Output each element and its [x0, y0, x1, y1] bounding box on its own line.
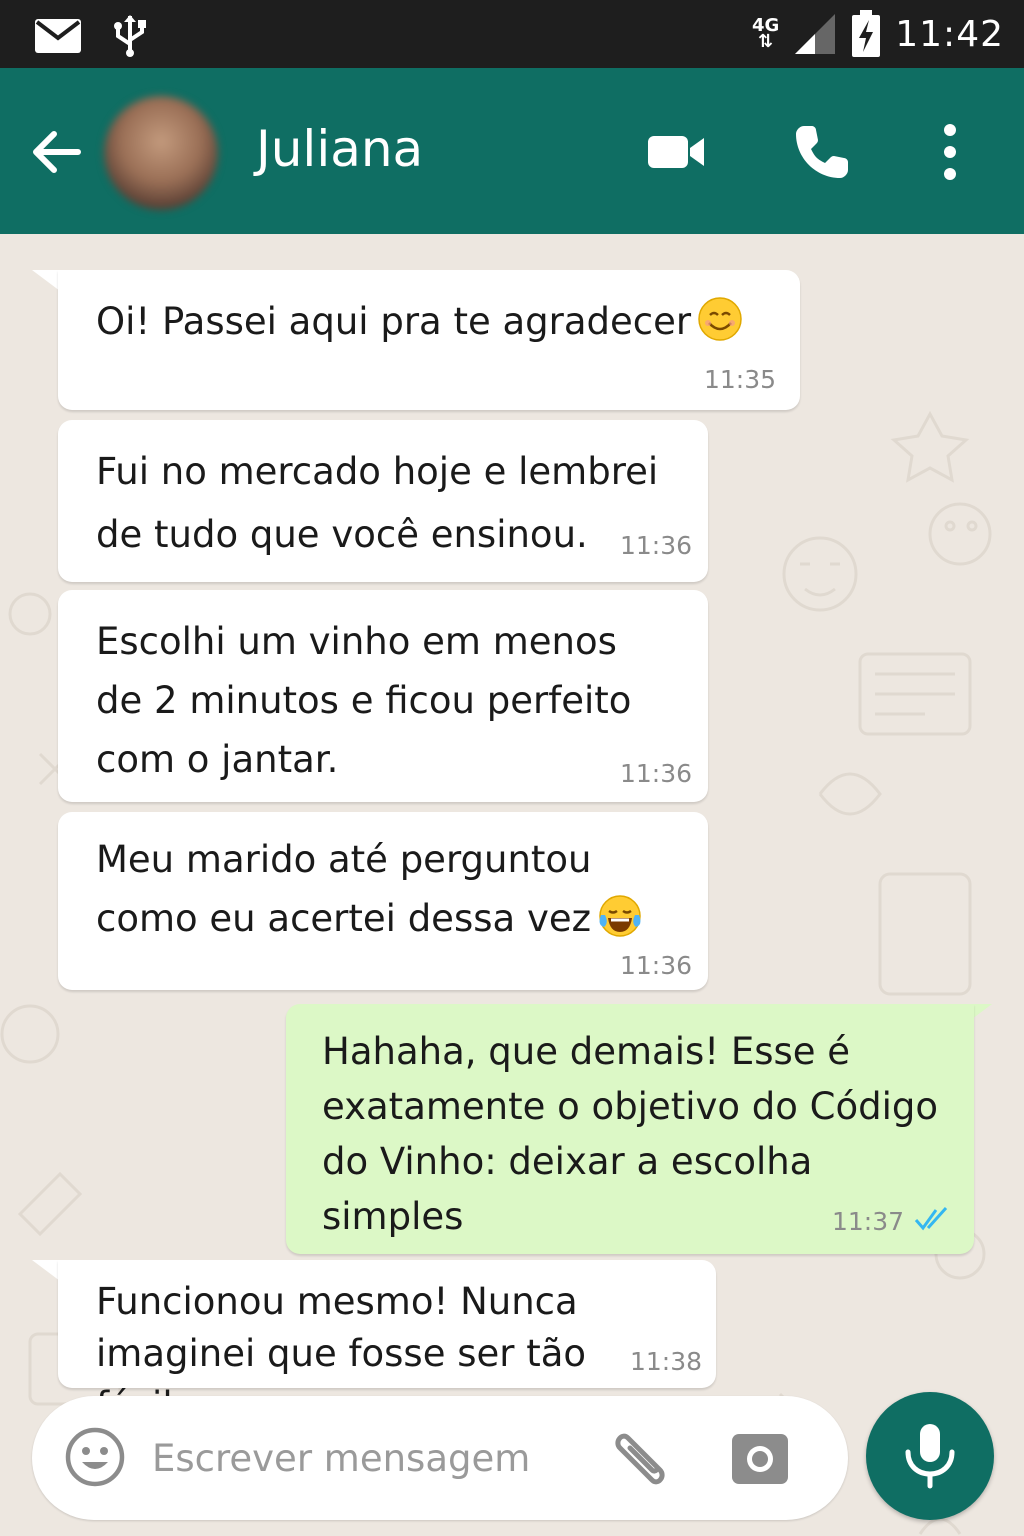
back-arrow-icon[interactable] [30, 126, 82, 178]
message-time: 11:37 [831, 1207, 904, 1236]
message-line: Funcionou mesmo! Nunca [96, 1280, 578, 1323]
more-options-icon[interactable] [918, 120, 982, 184]
mic-icon [905, 1424, 955, 1489]
data-arrows-icon: ⇅ [758, 31, 774, 52]
mail-icon [35, 19, 81, 53]
message-bubble-incoming[interactable]: Funcionou mesmo! Nunca imaginei que foss… [58, 1260, 716, 1427]
network-indicator: 4G ⇅ [752, 17, 779, 52]
message-text: Escolhi um vinho em menos de 2 minutos e… [96, 612, 678, 789]
message-input[interactable] [152, 1430, 572, 1486]
video-call-icon[interactable] [644, 120, 708, 184]
clock: 11:42 [895, 13, 1004, 55]
camera-icon[interactable] [728, 1426, 792, 1490]
status-bar: 4G ⇅ 11:42 [0, 0, 1024, 68]
read-receipt-icon [914, 1206, 948, 1231]
message-time: 11:36 [619, 531, 692, 560]
message-line: de tudo que você ensinou. [96, 513, 588, 556]
usb-icon [114, 15, 146, 57]
message-time: 11:36 [619, 759, 692, 788]
message-line: Hahaha, que demais! Esse é [322, 1030, 851, 1073]
chat-header: Juliana [0, 68, 1024, 234]
message-line: Fui no mercado hoje e lembrei [96, 450, 659, 493]
message-line: com o jantar. [96, 738, 339, 781]
avatar[interactable] [104, 96, 218, 210]
message-bubble-incoming[interactable]: Escolhi um vinho em menos de 2 minutos e… [58, 590, 708, 802]
message-line: Meu marido até perguntou [96, 838, 592, 881]
message-line: Escolhi um vinho em menos [96, 620, 617, 663]
message-line: Oi! Passei aqui pra te agradecer [96, 300, 692, 343]
message-bubble-incoming[interactable]: Meu marido até perguntou como eu acertei… [58, 812, 708, 990]
message-bubble-incoming[interactable]: Fui no mercado hoje e lembrei de tudo qu… [58, 420, 708, 582]
message-line: como eu acertei dessa vez [96, 897, 592, 940]
tears-of-joy-emoji-icon [599, 895, 641, 937]
message-text: Fui no mercado hoje e lembrei de tudo qu… [96, 440, 678, 566]
smiling-face-emoji-icon [698, 297, 742, 341]
message-bubble-incoming[interactable]: Oi! Passei aqui pra te agradecer 11:35 [58, 270, 800, 410]
message-time: 11:36 [619, 951, 692, 980]
signal-icon [795, 14, 836, 54]
mic-button[interactable] [866, 1392, 994, 1520]
paperclip-icon[interactable] [608, 1426, 672, 1490]
message-text: Hahaha, que demais! Esse é exatamente o … [322, 1024, 944, 1299]
message-composer [32, 1396, 848, 1520]
message-bubble-outgoing[interactable]: Hahaha, que demais! Esse é exatamente o … [286, 1004, 974, 1293]
message-line: de 2 minutos e ficou perfeito [96, 679, 632, 722]
phone-icon[interactable] [790, 120, 854, 184]
battery-charging-icon [852, 10, 881, 57]
message-time: 11:38 [629, 1347, 702, 1376]
message-text: Meu marido até perguntou como eu acertei… [96, 830, 678, 948]
message-time: 11:35 [703, 365, 776, 394]
contact-name[interactable]: Juliana [256, 120, 423, 178]
message-line: exatamente o objetivo do Código [322, 1085, 939, 1128]
message-text: Oi! Passei aqui pra te agradecer [96, 292, 770, 351]
emoji-icon[interactable] [64, 1426, 126, 1488]
